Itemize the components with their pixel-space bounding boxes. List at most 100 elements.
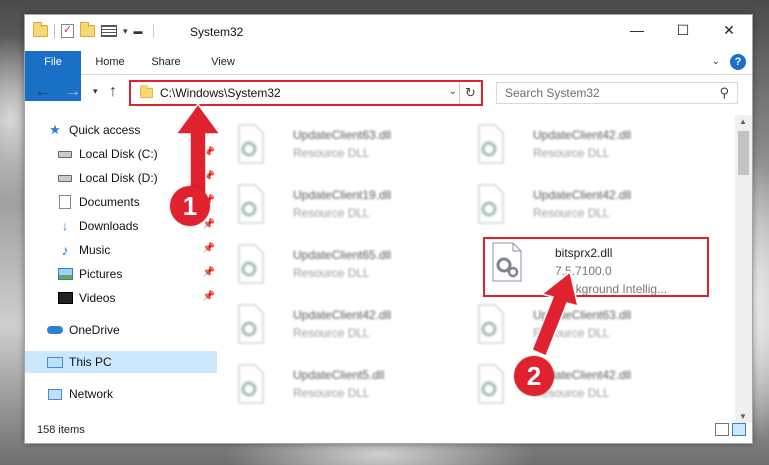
status-bar: 158 items [25, 417, 752, 443]
file-name: UpdateClient63.dll [293, 128, 392, 142]
scroll-up-icon[interactable]: ▲ [739, 117, 747, 126]
file-name: UpdateClient42.dll [533, 128, 632, 142]
maximize-button[interactable]: ☐ [660, 15, 706, 45]
file-name: UpdateClient5.dll [293, 368, 385, 382]
sidebar-item-onedrive[interactable]: OneDrive [47, 319, 217, 341]
sidebar-item-label: Pictures [79, 267, 123, 281]
dll-file-icon [238, 124, 264, 164]
computer-icon [47, 355, 63, 369]
folder-icon [33, 22, 48, 37]
pin-icon: 📌 [202, 171, 215, 182]
sidebar-item-label: Local Disk (C:) [79, 147, 158, 161]
recent-locations-chevron-icon[interactable]: ▾ [93, 86, 98, 97]
file-item[interactable]: UpdateClient42.dll Resource DLL [465, 119, 685, 169]
file-list: UpdateClient63.dll Resource DLL UpdateCl… [225, 115, 735, 420]
file-item[interactable]: UpdateClient63.dll Resource DLL [465, 299, 685, 349]
sidebar-item-label: Quick access [69, 123, 141, 137]
tiles-view-icon[interactable] [732, 423, 746, 436]
search-icon[interactable]: ⚲ [719, 85, 729, 101]
window-title: System32 [190, 25, 244, 39]
search-input[interactable]: Search System32 ⚲ [496, 82, 738, 104]
sidebar-item-label: This PC [69, 355, 112, 369]
minimize-button[interactable]: — [614, 15, 660, 45]
search-placeholder: Search System32 [505, 86, 600, 100]
file-item[interactable]: UpdateClient42.dll Resource DLL [465, 179, 685, 229]
chevron-down-icon[interactable]: ▾ [123, 26, 128, 37]
dll-file-icon [478, 304, 504, 344]
file-item[interactable]: UpdateClient19.dll Resource DLL [225, 179, 445, 229]
details-view-icon[interactable] [715, 423, 729, 436]
quick-access-toolbar: ▾ ▬ [33, 22, 154, 38]
sidebar-item-label: Downloads [79, 219, 139, 233]
sidebar-item-label: Music [79, 243, 111, 257]
file-item[interactable]: UpdateClient5.dll Resource DLL [225, 359, 445, 409]
new-folder-icon[interactable] [80, 22, 95, 37]
drive-icon [57, 171, 73, 185]
sidebar-item-local-disk-c[interactable]: Local Disk (C:) 📌 [57, 143, 217, 165]
address-path[interactable]: C:\Windows\System32 [160, 86, 281, 100]
sidebar-item-pictures[interactable]: Pictures 📌 [57, 263, 217, 285]
file-name: UpdateClient65.dll [293, 248, 392, 262]
address-row: ← → ▾ ↑ C:\Windows\System32 ⌄ ↻ Search S… [25, 78, 752, 108]
up-button[interactable]: ↑ [109, 83, 117, 101]
address-bar[interactable]: C:\Windows\System32 ⌄ ↻ [129, 80, 483, 106]
pictures-icon [57, 267, 73, 281]
file-name: UpdateClient19.dll [293, 188, 392, 202]
forward-button[interactable]: → [65, 83, 81, 101]
title-bar: ▾ ▬ System32 — ☐ ✕ [25, 15, 752, 49]
tab-share[interactable]: Share [147, 51, 185, 74]
sidebar-item-videos[interactable]: Videos 📌 [57, 287, 217, 309]
sidebar-item-quick-access[interactable]: ★ Quick access [47, 119, 217, 141]
ribbon-tabs: File Home Share View ⌄ ? [25, 51, 752, 101]
customize-toolbar-icon[interactable]: ▬ [134, 26, 143, 36]
pin-icon: 📌 [202, 291, 215, 302]
file-item[interactable]: UpdateClient42.dll Resource DLL [465, 359, 685, 409]
help-button[interactable]: ? [730, 54, 746, 70]
navigation-pane: ★ Quick access Local Disk (C:) 📌 Local D… [25, 115, 217, 420]
sidebar-item-label: Videos [79, 291, 116, 305]
file-description: Resource DLL [293, 146, 370, 160]
view-switcher [715, 423, 746, 436]
sidebar-item-this-pc[interactable]: This PC [25, 351, 217, 373]
properties-icon[interactable] [61, 23, 74, 38]
window-controls: — ☐ ✕ [614, 15, 752, 45]
pin-icon: 📌 [202, 147, 215, 158]
scrollbar-thumb[interactable] [738, 131, 749, 175]
sidebar-item-network[interactable]: Network [47, 383, 217, 405]
dll-file-icon [238, 244, 264, 284]
chevron-down-icon[interactable]: ⌄ [449, 86, 457, 97]
tab-view[interactable]: View [205, 51, 241, 74]
dll-file-icon [238, 184, 264, 224]
file-name: UpdateClient42.dll [293, 308, 392, 322]
sidebar-item-label: Local Disk (D:) [79, 171, 158, 185]
expand-ribbon-icon[interactable]: ⌄ [712, 56, 720, 67]
refresh-button[interactable]: ↻ [459, 82, 481, 104]
item-count: 158 items [37, 424, 85, 436]
file-description: Resource DLL [533, 326, 610, 340]
file-item[interactable]: UpdateClient65.dll Resource DLL [225, 239, 445, 289]
dll-file-icon [478, 184, 504, 224]
dll-file-icon [238, 304, 264, 344]
file-name: UpdateClient63.dll [533, 308, 632, 322]
music-icon: ♪ [61, 242, 69, 258]
file-description: Resource DLL [293, 386, 370, 400]
download-icon: ↓ [62, 219, 68, 233]
target-file-highlight [483, 237, 709, 297]
file-item[interactable]: UpdateClient63.dll Resource DLL [225, 119, 445, 169]
divider [152, 24, 154, 38]
file-item[interactable]: UpdateClient42.dll Resource DLL [225, 299, 445, 349]
back-button[interactable]: ← [35, 83, 51, 101]
views-icon[interactable] [101, 25, 117, 37]
folder-icon [140, 85, 153, 99]
sidebar-item-music[interactable]: ♪ Music 📌 [57, 239, 217, 261]
network-icon [47, 387, 63, 401]
vertical-scrollbar[interactable]: ▲ ▼ [735, 115, 752, 423]
close-button[interactable]: ✕ [706, 15, 752, 45]
drive-icon [57, 147, 73, 161]
callout-badge-2: 2 [514, 356, 554, 396]
tab-home[interactable]: Home [91, 51, 129, 74]
file-name: UpdateClient42.dll [533, 188, 632, 202]
file-description: Resource DLL [293, 206, 370, 220]
callout-badge-1: 1 [170, 186, 210, 226]
sidebar-item-label: Documents [79, 195, 140, 209]
